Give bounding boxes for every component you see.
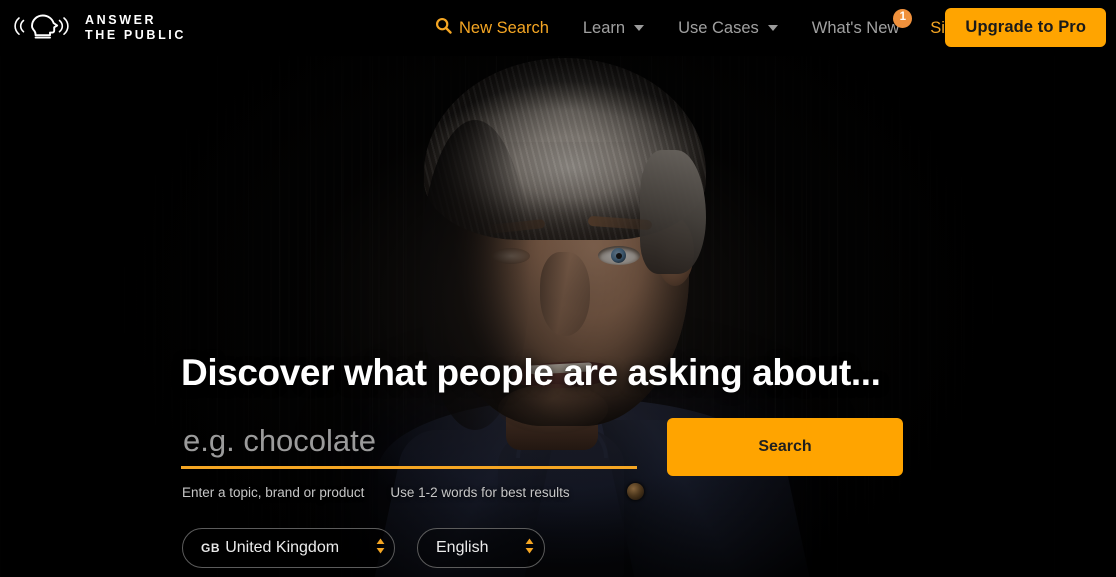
- nav-item-whats-new[interactable]: What's New 1: [795, 8, 917, 38]
- upgrade-to-pro-button[interactable]: Upgrade to Pro: [945, 8, 1106, 47]
- page-title: Discover what people are asking about...: [181, 352, 881, 393]
- select-arrows-icon: [375, 537, 386, 560]
- top-navigation-bar: ANSWER THE PUBLIC New Search Learn Use C…: [0, 0, 1116, 56]
- logo-wordmark: ANSWER THE PUBLIC: [85, 13, 186, 43]
- chevron-down-icon: [634, 25, 645, 31]
- notification-badge: 1: [893, 8, 913, 28]
- country-select[interactable]: GB United Kingdom: [182, 528, 395, 568]
- site-logo[interactable]: ANSWER THE PUBLIC: [12, 9, 186, 48]
- hero-section: Discover what people are asking about...…: [181, 0, 941, 577]
- main-nav: New Search Learn Use Cases What's New 1 …: [418, 8, 995, 39]
- nav-label-new-search: New Search: [459, 18, 549, 37]
- logo-line-1: ANSWER: [85, 13, 157, 27]
- select-arrows-icon: [524, 537, 535, 560]
- search-helper-text: Enter a topic, brand or product Use 1-2 …: [182, 485, 570, 500]
- nav-item-learn[interactable]: Learn: [566, 19, 661, 38]
- nav-label-learn: Learn: [582, 18, 626, 37]
- country-name-label: United Kingdom: [225, 539, 340, 556]
- search-field-wrapper: [181, 421, 637, 469]
- page-root: ANSWER THE PUBLIC New Search Learn Use C…: [0, 0, 1116, 577]
- helper-text-right: Use 1-2 words for best results: [390, 485, 570, 500]
- nav-item-use-cases[interactable]: Use Cases: [661, 19, 795, 38]
- nav-label-whats-new: What's New: [811, 18, 900, 37]
- search-button[interactable]: Search: [667, 418, 903, 476]
- speaking-head-icon: [12, 9, 74, 48]
- search-input[interactable]: [181, 421, 637, 469]
- language-name-label: English: [436, 539, 489, 556]
- nav-item-new-search[interactable]: New Search: [418, 17, 566, 39]
- search-icon: [435, 17, 452, 39]
- locale-selectors: GB United Kingdom English: [182, 528, 545, 568]
- chevron-down-icon: [767, 25, 778, 31]
- helper-text-left: Enter a topic, brand or product: [182, 485, 365, 500]
- country-code-label: GB: [201, 541, 221, 555]
- language-select[interactable]: English: [417, 528, 545, 568]
- logo-line-2: THE PUBLIC: [85, 28, 186, 42]
- nav-label-use-cases: Use Cases: [678, 18, 759, 37]
